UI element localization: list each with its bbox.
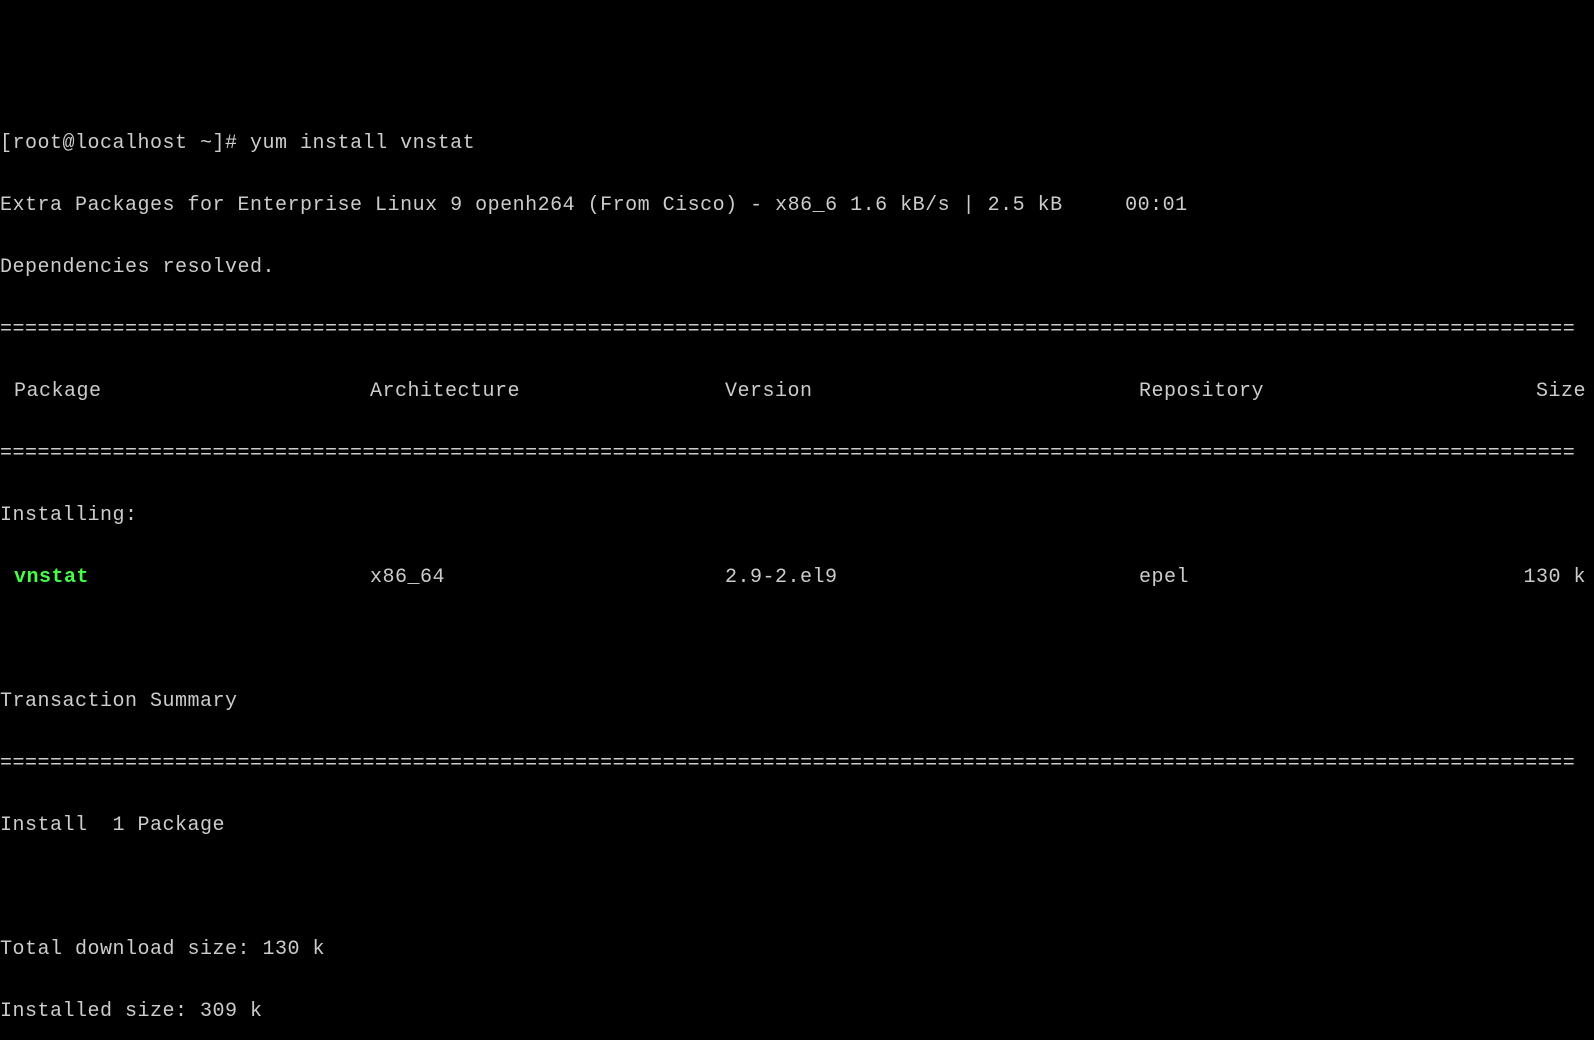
divider-bottom: ========================================… xyxy=(0,748,1594,779)
header-architecture: Architecture xyxy=(370,376,725,407)
command-line[interactable]: [root@localhost ~]# yum install vnstat xyxy=(0,128,1594,159)
package-name: vnstat xyxy=(0,562,370,593)
package-size: 130 k xyxy=(1429,562,1594,593)
installed-size: Installed size: 309 k xyxy=(0,996,1594,1027)
package-version: 2.9-2.el9 xyxy=(725,562,1139,593)
table-header: Package Architecture Version Repository … xyxy=(0,376,1594,407)
divider-mid: ========================================… xyxy=(0,438,1594,469)
divider-top: ========================================… xyxy=(0,314,1594,345)
table-row: vnstat x86_64 2.9-2.el9 epel 130 k xyxy=(0,562,1594,593)
header-package: Package xyxy=(0,376,370,407)
install-count: Install 1 Package xyxy=(0,810,1594,841)
download-size: Total download size: 130 k xyxy=(0,934,1594,965)
transaction-summary-label: Transaction Summary xyxy=(0,686,1594,717)
package-arch: x86_64 xyxy=(370,562,725,593)
blank-line xyxy=(0,872,1594,903)
header-repository: Repository xyxy=(1139,376,1429,407)
deps-resolved-line: Dependencies resolved. xyxy=(0,252,1594,283)
header-version: Version xyxy=(725,376,1139,407)
shell-prompt: [root@localhost ~]# xyxy=(0,132,250,155)
header-size: Size xyxy=(1429,376,1594,407)
installing-label: Installing: xyxy=(0,500,1594,531)
typed-command: yum install vnstat xyxy=(250,132,475,155)
repo-fetch-line: Extra Packages for Enterprise Linux 9 op… xyxy=(0,190,1594,221)
blank-line xyxy=(0,624,1594,655)
package-repo: epel xyxy=(1139,562,1429,593)
